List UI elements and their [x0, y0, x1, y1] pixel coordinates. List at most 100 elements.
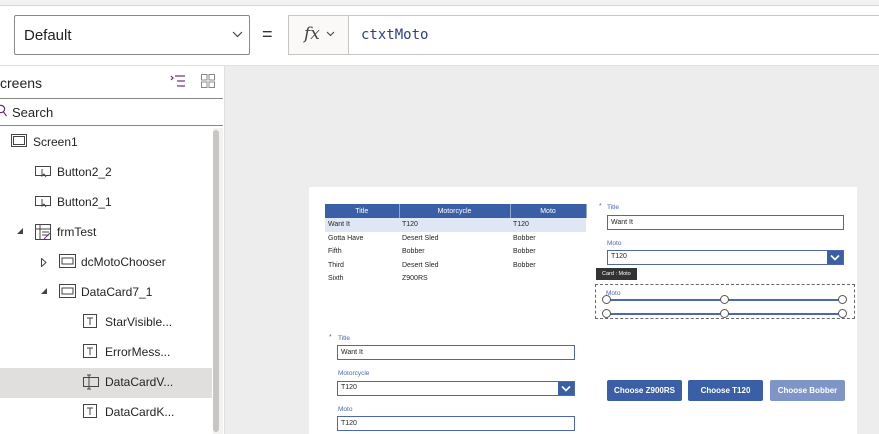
dropdown-value: T120: [341, 384, 357, 391]
label-icon: [83, 344, 97, 358]
table-row[interactable]: Want It T120 T120: [325, 218, 586, 232]
tree-item-label: Screen1: [33, 135, 78, 149]
tree-item-label: ErrorMess...: [105, 345, 171, 359]
table-cell: Bobber: [402, 248, 425, 256]
dropdown-button[interactable]: [827, 251, 843, 264]
dropdown-value: T120: [611, 253, 627, 260]
table-header-row: Title Motorcycle Moto: [325, 204, 587, 218]
collapse-arrow-icon[interactable]: [41, 288, 48, 295]
table-cell: Desert Sled: [402, 261, 439, 269]
textinput-icon: [83, 374, 99, 390]
table-row[interactable]: Sixth Z900RS: [325, 272, 586, 286]
table-cell: [510, 272, 586, 286]
table-row[interactable]: Gotta Have Desert Sled Bobber: [325, 232, 586, 246]
tree-item-label: Button2_2: [57, 165, 112, 179]
motorcycle-label: Motorcycle: [338, 370, 370, 377]
formula-input[interactable]: ctxtMoto: [361, 27, 428, 43]
column-header[interactable]: Motorcycle: [399, 204, 511, 218]
table-cell: Bobber: [513, 261, 536, 269]
moto-input[interactable]: T120: [337, 416, 575, 431]
tree-item-label: Button2_1: [57, 195, 112, 209]
table-cell: Sixth: [328, 275, 344, 283]
tree-item-button2-1[interactable]: Button2_1: [0, 188, 212, 218]
resize-handle[interactable]: [720, 295, 729, 304]
search-icon: [0, 104, 7, 117]
resize-handle[interactable]: [602, 295, 611, 304]
table-row[interactable]: Third Desert Sled Bobber: [325, 259, 586, 273]
tree-view: Screen1 Button2_2 Button2_1 frmTest dcMo…: [0, 128, 212, 434]
moto-label: Moto: [338, 406, 353, 413]
choose-t120-button[interactable]: Choose T120: [688, 380, 763, 401]
button-icon: [35, 166, 51, 178]
tree-item-datacardk[interactable]: DataCardK...: [0, 398, 212, 428]
title-label: Title: [607, 204, 620, 211]
title-input[interactable]: Want It: [337, 345, 575, 360]
tree-item-errormess[interactable]: ErrorMess...: [0, 338, 212, 368]
chevron-down-icon: [830, 254, 840, 261]
table-cell: Z900RS: [402, 275, 428, 283]
selected-card-moto[interactable]: Moto: [595, 284, 855, 319]
tree-item-label: DataCardV...: [105, 375, 174, 389]
function-button[interactable]: fx: [289, 16, 349, 54]
table-row[interactable]: Fifth Bobber Bobber: [325, 245, 586, 259]
table-cell: Desert Sled: [402, 234, 439, 242]
fx-icon: fx: [304, 24, 320, 44]
resize-handle[interactable]: [838, 309, 847, 318]
table-cell: Fifth: [328, 248, 342, 256]
tree-item-datacardv[interactable]: DataCardV...: [0, 368, 212, 398]
datacard-icon: [59, 254, 76, 268]
expand-arrow-icon[interactable]: [41, 258, 47, 267]
tree-item-label: dcMotoChooser: [81, 255, 166, 269]
tree-item-label: DataCard7_1: [81, 285, 153, 299]
tree-scrollbar[interactable]: [213, 128, 223, 434]
list-view-icon[interactable]: [170, 74, 186, 88]
choose-z900rs-button[interactable]: Choose Z900RS: [607, 380, 682, 401]
datacard-icon: [59, 284, 76, 298]
collapse-arrow-icon[interactable]: [17, 228, 24, 235]
table-cell: Gotta Have: [328, 234, 364, 242]
scrollbar-thumb[interactable]: [213, 130, 219, 432]
required-asterisk: *: [599, 203, 602, 210]
table-cell: Bobber: [513, 234, 536, 242]
dropdown-button[interactable]: [558, 382, 574, 395]
table-cell: T120: [510, 218, 586, 232]
panel-title: creens: [0, 75, 43, 91]
formula-box[interactable]: fx ctxtMoto: [288, 15, 879, 55]
title-input[interactable]: Want It: [607, 215, 844, 230]
resize-handle[interactable]: [720, 309, 729, 318]
column-header[interactable]: Title: [325, 204, 400, 218]
moto-label: Moto: [607, 240, 622, 247]
choose-bobber-button[interactable]: Choose Bobber: [770, 380, 845, 401]
resize-handle[interactable]: [838, 295, 847, 304]
search-placeholder: Search: [12, 105, 54, 120]
tree-view-panel: creens Search Screen1 Button2_2 Button2_…: [0, 66, 225, 434]
button-icon: [35, 196, 51, 208]
tree-item-starvisible[interactable]: StarVisible...: [0, 308, 212, 338]
search-input[interactable]: Search: [0, 98, 223, 126]
moto-dropdown[interactable]: T120: [607, 250, 844, 265]
thumbnail-view-icon[interactable]: [201, 74, 215, 88]
table-cell: T120: [399, 218, 510, 232]
chevron-down-icon: [326, 31, 335, 37]
motorcycle-dropdown[interactable]: T120: [337, 381, 575, 396]
card-tooltip: Card : Moto: [596, 268, 637, 280]
title-label: Title: [338, 335, 351, 342]
chevron-down-icon: [232, 31, 243, 38]
tree-item-screen1[interactable]: Screen1: [0, 128, 212, 158]
form-icon: [35, 224, 51, 240]
tree-item-datacard7-1[interactable]: DataCard7_1: [0, 278, 212, 308]
property-value: Default: [24, 27, 72, 44]
formula-bar: Default = fx ctxtMoto: [0, 6, 879, 66]
tree-item-dcmotochooser[interactable]: dcMotoChooser: [0, 248, 212, 278]
tree-item-button2-2[interactable]: Button2_2: [0, 158, 212, 188]
tree-item-label: StarVisible...: [105, 315, 173, 329]
label-icon: [83, 314, 97, 328]
tree-item-frmtest[interactable]: frmTest: [0, 218, 212, 248]
data-table[interactable]: Title Motorcycle Moto Want It T120 T120 …: [325, 204, 587, 286]
column-header[interactable]: Moto: [510, 204, 587, 218]
tree-item-label: frmTest: [57, 225, 97, 239]
property-dropdown[interactable]: Default: [14, 15, 250, 55]
chevron-down-icon: [561, 385, 571, 392]
tree-item-label: DataCardK...: [105, 405, 175, 419]
resize-handle[interactable]: [602, 309, 611, 318]
